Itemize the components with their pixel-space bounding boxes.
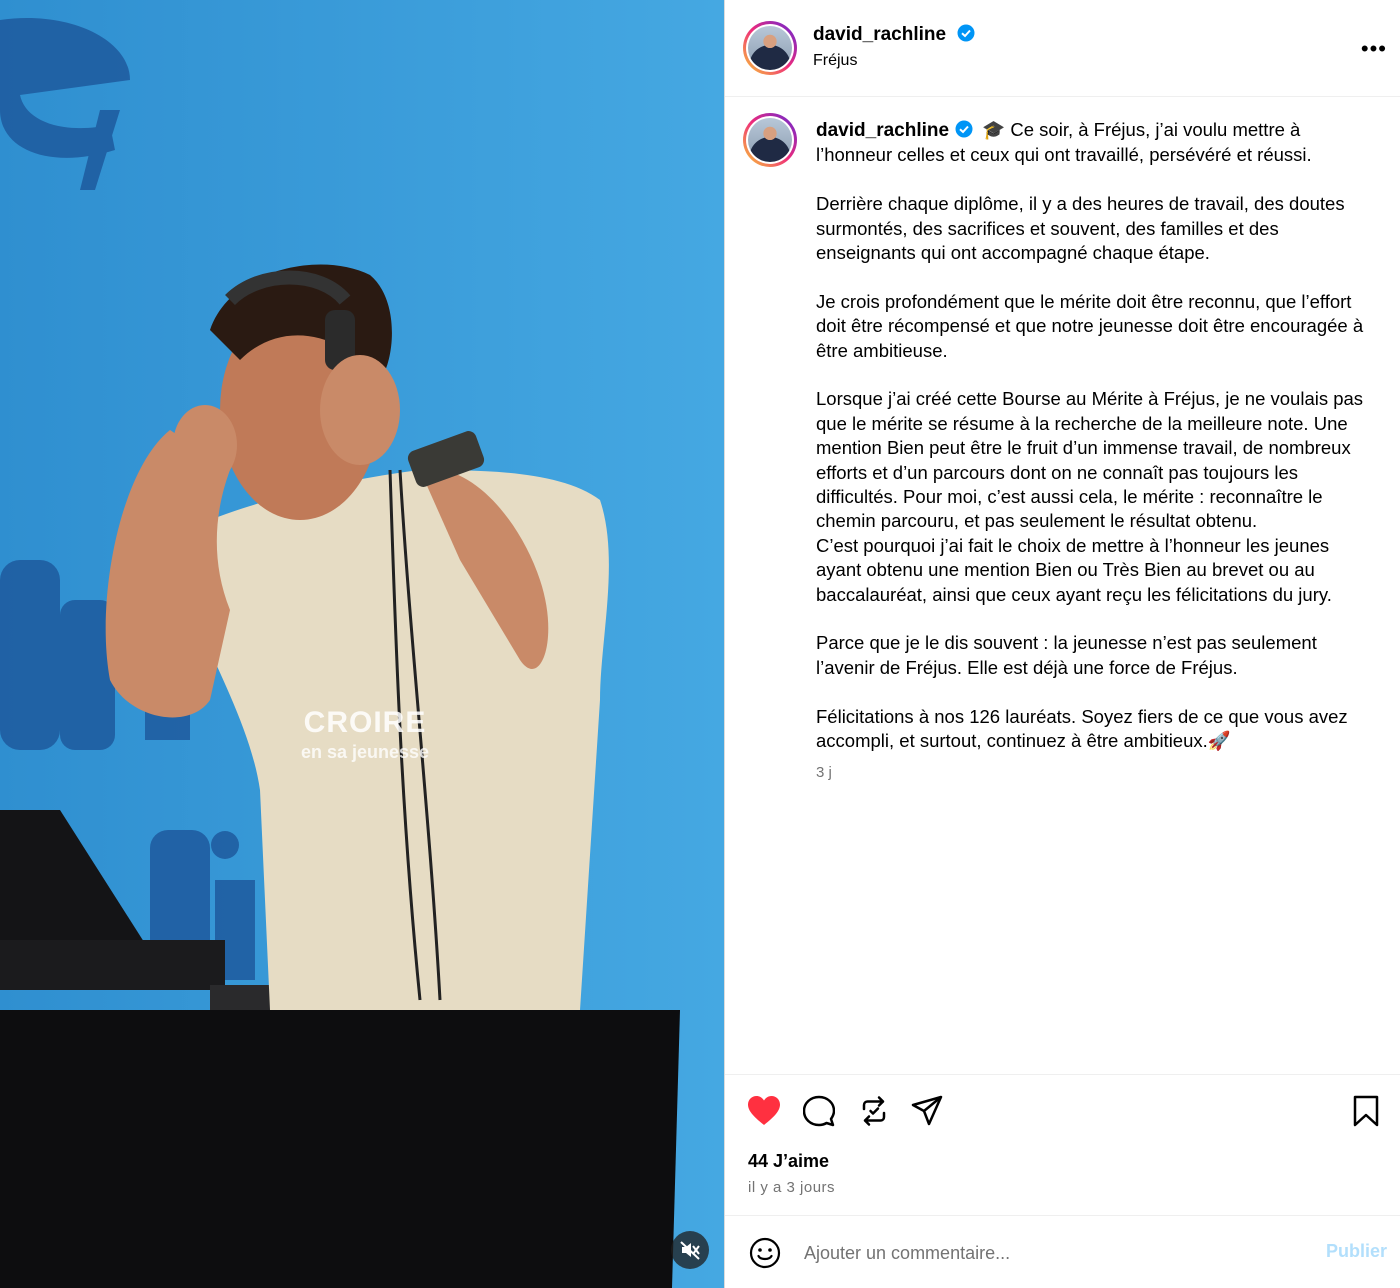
speaker-muted-icon: [680, 1241, 700, 1260]
bookmark-icon: [1353, 1095, 1379, 1127]
video-overlay-title: CROIRE: [303, 706, 427, 739]
post-date: il y a 3 jours: [748, 1179, 836, 1196]
post-header: david_rachline Fréjus •••: [725, 0, 1400, 97]
author-block: david_rachline Fréjus: [813, 24, 975, 70]
post-caption: david_rachline 🎓 Ce soir, à Fréjus, j’ai…: [816, 118, 1376, 786]
caption-paragraph-6: Félicitations à nos 126 lauréats. Soyez …: [816, 705, 1353, 752]
caption-paragraph-2: Derrière chaque diplôme, il y a des heur…: [816, 193, 1350, 264]
repost-icon: [862, 1096, 886, 1126]
publish-button[interactable]: Publier: [1326, 1241, 1387, 1262]
caption-author-avatar[interactable]: [743, 113, 797, 167]
save-button[interactable]: [1352, 1095, 1380, 1132]
post-media-video[interactable]: CROIRE en sa jeunesse: [0, 0, 724, 1288]
caption-paragraph-4: Lorsque j’ai créé cette Bourse au Mérite…: [816, 388, 1364, 605]
caption-paragraph-1: david_rachline 🎓 Ce soir, à Fréjus, j’ai…: [816, 118, 1376, 168]
repost-button[interactable]: [858, 1095, 890, 1132]
verified-badge-icon: [955, 120, 973, 138]
mute-toggle-button[interactable]: [671, 1231, 709, 1269]
comment-input[interactable]: [802, 1236, 1276, 1270]
comment-bar: Publier: [725, 1215, 1400, 1288]
emoji-smile-icon: [749, 1237, 781, 1269]
more-options-button[interactable]: •••: [1361, 36, 1387, 62]
likes-count[interactable]: 44 J’aime: [748, 1151, 829, 1172]
comment-bubble-icon: [802, 1095, 836, 1127]
caption-paragraph-5: Parce que je le dis souvent : la jeuness…: [816, 632, 1322, 678]
heart-filled-icon: [748, 1096, 780, 1125]
author-username[interactable]: david_rachline: [813, 24, 946, 45]
video-frame: [0, 0, 724, 1288]
like-button[interactable]: [747, 1095, 781, 1132]
caption-paragraph-3: Je crois profondément que le mérite doit…: [816, 290, 1369, 361]
video-overlay-subtitle: en sa jeunesse: [300, 742, 430, 762]
caption-username[interactable]: david_rachline: [816, 120, 949, 141]
share-button[interactable]: [911, 1095, 943, 1132]
emoji-picker-button[interactable]: [749, 1237, 781, 1274]
verified-badge-icon: [957, 24, 975, 42]
author-avatar[interactable]: [743, 21, 797, 75]
post-location[interactable]: Fréjus: [813, 52, 975, 70]
caption-timestamp[interactable]: 3 j: [816, 761, 1376, 785]
paper-plane-icon: [911, 1095, 943, 1126]
comment-button[interactable]: [802, 1095, 836, 1132]
post-details-panel: david_rachline Fréjus ••• david_rachline…: [724, 0, 1400, 1288]
